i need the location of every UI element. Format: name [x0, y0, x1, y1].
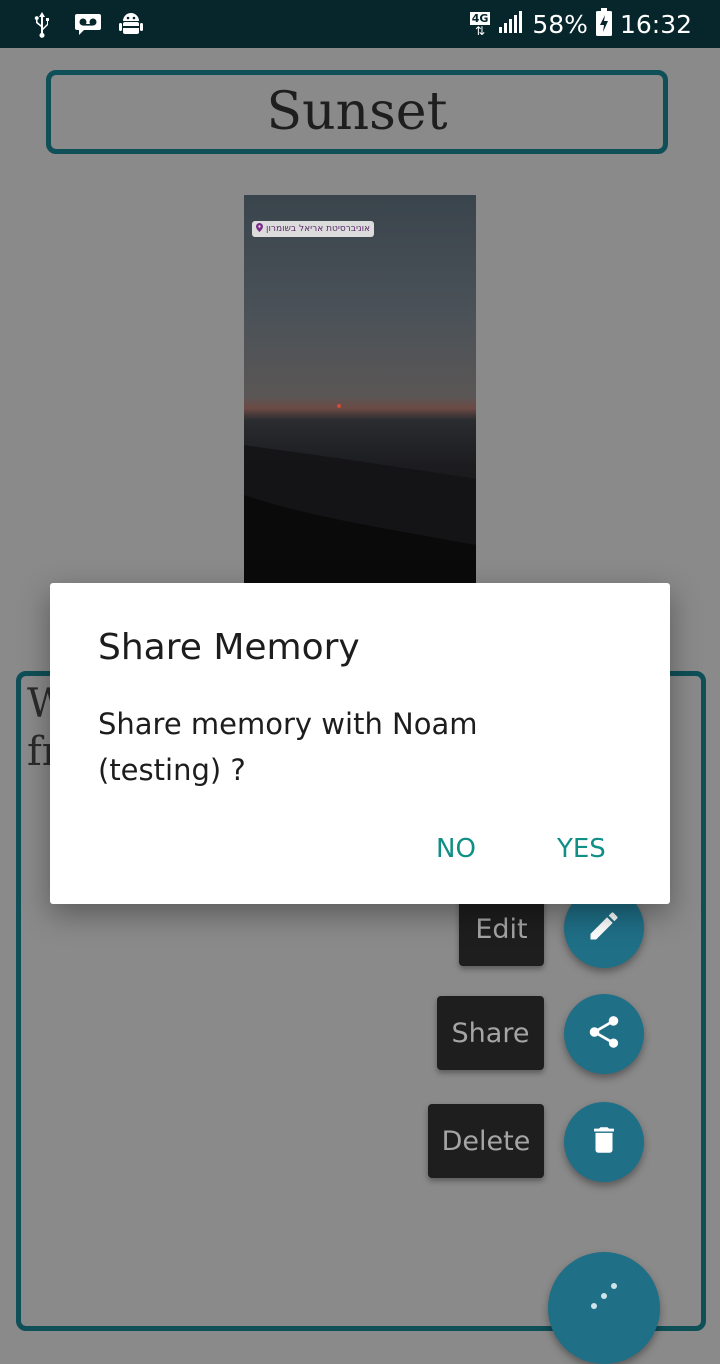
dialog-message: Share memory with Noam (testing) ?	[98, 707, 478, 787]
share-icon	[585, 1013, 623, 1055]
share-button[interactable]	[564, 994, 644, 1074]
share-memory-dialog: Share Memory Share memory with Noam (tes…	[50, 583, 670, 904]
memory-photo[interactable]: אוניברסיטת אריאל בשומרון	[244, 195, 476, 583]
dialog-title: Share Memory	[98, 627, 360, 668]
delete-button[interactable]	[564, 1102, 644, 1182]
edit-icon	[586, 908, 622, 948]
delete-label[interactable]: Delete	[428, 1104, 544, 1178]
memory-title: Sunset	[266, 82, 448, 142]
photo-landscape	[244, 404, 476, 583]
battery-percent: 58%	[532, 9, 588, 39]
yes-button[interactable]: YES	[557, 829, 606, 869]
no-button[interactable]: NO	[436, 829, 476, 869]
dots-icon	[584, 1276, 624, 1320]
status-bar: 4G ⇅ 58% 16:32	[0, 0, 720, 48]
voicemail-icon	[74, 10, 102, 38]
clock: 16:32	[619, 9, 692, 39]
delete-icon	[587, 1121, 621, 1163]
memory-title-box: Sunset	[46, 70, 668, 154]
network-type-label: 4G	[469, 11, 491, 25]
network-4g-icon: 4G ⇅	[469, 11, 491, 38]
signal-icon	[498, 9, 524, 39]
fab-menu-toggle-button[interactable]	[548, 1252, 660, 1364]
battery-charging-icon	[595, 8, 612, 40]
android-debug-icon	[118, 10, 144, 38]
usb-icon	[30, 10, 54, 38]
share-label[interactable]: Share	[437, 996, 544, 1070]
